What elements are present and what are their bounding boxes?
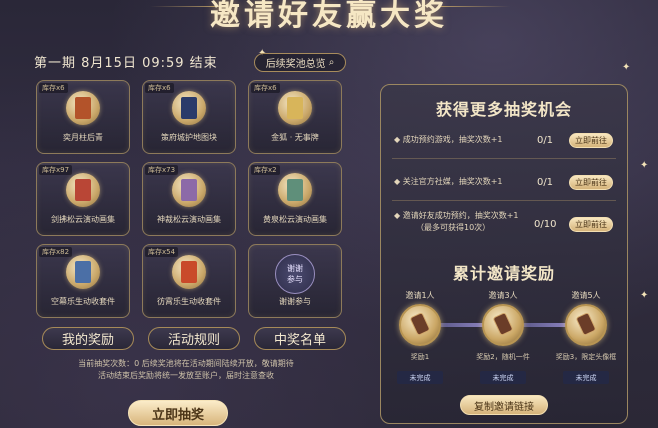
prize-card[interactable]: 库存x6 金狐 · 无事牌	[248, 80, 342, 154]
task-count: 0/10	[534, 219, 557, 230]
tier-reward-icon[interactable]	[482, 304, 524, 346]
notice-text: 当前抽奖次数：0 后续奖池将在活动期间陆续开放，敬请期待 活动结束后奖励将统一发…	[78, 359, 294, 380]
period-text: 第一期 8月15日 09:59 结束	[34, 56, 218, 71]
prize-name: 彷霄乐生动收套件	[157, 297, 221, 306]
tier-status: 未完成	[397, 371, 443, 384]
tier-reward: 奖励2，随机一件	[476, 353, 530, 361]
page-title: 邀请好友赢大奖	[210, 0, 448, 33]
task-text: ◆ 关注官方社媒，抽奖次数+1	[394, 177, 503, 186]
prize-image	[172, 173, 206, 207]
tier-reward: 奖励1	[410, 353, 430, 361]
tier-reward: 奖励3，限定头像框	[555, 353, 617, 361]
my-prizes-button[interactable]: 我的奖励	[42, 327, 134, 350]
draw-button[interactable]: 立即抽奖	[128, 400, 228, 426]
tier-label: 邀请1人	[405, 291, 435, 300]
task-count: 0/1	[536, 135, 554, 146]
chance-title: 获得更多抽奖机会	[435, 100, 572, 119]
pool-overview-button[interactable]: 后续奖池总览 ⌕	[254, 53, 346, 72]
prize-image	[66, 173, 100, 207]
prize-image	[172, 255, 206, 289]
stock-badge: 库存x6	[145, 83, 174, 93]
stock-badge: 库存x54	[145, 247, 179, 257]
copy-invite-link-button[interactable]: 复制邀请链接	[460, 395, 548, 415]
stock-badge: 库存x97	[39, 165, 73, 175]
prize-card[interactable]: 库存x73 神裁松云演动画集	[142, 162, 236, 236]
prize-name: 空幕乐生动收套件	[51, 297, 115, 306]
prize-image	[66, 255, 100, 289]
gift-icon	[409, 311, 431, 337]
search-icon: ⌕	[328, 57, 335, 68]
task-sub: （最多可获得10次）	[416, 223, 491, 232]
divider	[392, 200, 616, 201]
go-button[interactable]: 立即前往	[569, 175, 613, 190]
prize-card[interactable]: 库存x82 空幕乐生动收套件	[36, 244, 130, 318]
prize-image	[278, 91, 312, 125]
tier-status: 未完成	[480, 371, 526, 384]
thanks-circle-text: 谢谢 参与	[287, 264, 303, 284]
tier-label: 邀请3人	[488, 291, 518, 300]
prize-name: 黄泉松云演动画集	[263, 215, 327, 224]
prize-image	[66, 91, 100, 125]
prize-card[interactable]: 库存x2 黄泉松云演动画集	[248, 162, 342, 236]
winners-button[interactable]: 中奖名单	[254, 327, 346, 350]
stock-badge: 库存x6	[39, 83, 68, 93]
divider	[392, 158, 616, 159]
pool-overview-label: 后续奖池总览	[265, 59, 326, 70]
prize-card[interactable]: 库存x6 奕月柱后青	[36, 80, 130, 154]
thanks-card[interactable]: 谢谢 参与 谢谢参与	[248, 244, 342, 318]
gift-icon	[575, 311, 597, 337]
task-text: ◆ 邀请好友成功预约，抽奖次数+1 （最多可获得10次）	[394, 211, 519, 232]
stock-badge: 库存x82	[39, 247, 73, 257]
tier-reward-icon[interactable]	[399, 304, 441, 346]
task-label: 关注官方社媒，抽奖次数+1	[402, 177, 503, 186]
sparkle-icon: ✦	[622, 62, 631, 73]
prize-name: 剑拂松云演动画集	[51, 215, 115, 224]
stock-badge: 库存x73	[145, 165, 179, 175]
sparkle-icon: ✦	[640, 290, 649, 301]
thanks-circle: 谢谢 参与	[275, 254, 315, 294]
task-label: 邀请好友成功预约，抽奖次数+1	[402, 211, 519, 220]
task-text: ◆ 成功预约游戏，抽奖次数+1	[394, 135, 503, 144]
task-label: 成功预约游戏，抽奖次数+1	[402, 135, 503, 144]
prize-image	[172, 91, 206, 125]
stock-badge: 库存x6	[251, 83, 280, 93]
sparkle-icon: ✦	[640, 160, 649, 171]
prize-name: 神裁松云演动画集	[157, 215, 221, 224]
go-button[interactable]: 立即前往	[569, 133, 613, 148]
prize-name: 奕月柱后青	[63, 133, 103, 142]
progress-link	[523, 323, 569, 327]
prize-name: 金狐 · 无事牌	[271, 133, 319, 142]
tier-label: 邀请5人	[571, 291, 601, 300]
go-button[interactable]: 立即前往	[569, 217, 613, 232]
thanks-label: 谢谢参与	[279, 297, 311, 306]
prize-card[interactable]: 库存x6 策府城护地图块	[142, 80, 236, 154]
prize-image	[278, 173, 312, 207]
tier-reward-icon[interactable]	[565, 304, 607, 346]
tier-status: 未完成	[563, 371, 609, 384]
prize-card[interactable]: 库存x97 剑拂松云演动画集	[36, 162, 130, 236]
progress-link	[440, 323, 486, 327]
cumulative-title: 累计邀请奖励	[452, 264, 555, 283]
rules-button[interactable]: 活动规则	[148, 327, 240, 350]
task-count: 0/1	[536, 177, 554, 188]
prize-name: 策府城护地图块	[161, 133, 217, 142]
gift-icon	[492, 311, 514, 337]
stock-badge: 库存x2	[251, 165, 280, 175]
prize-card[interactable]: 库存x54 彷霄乐生动收套件	[142, 244, 236, 318]
